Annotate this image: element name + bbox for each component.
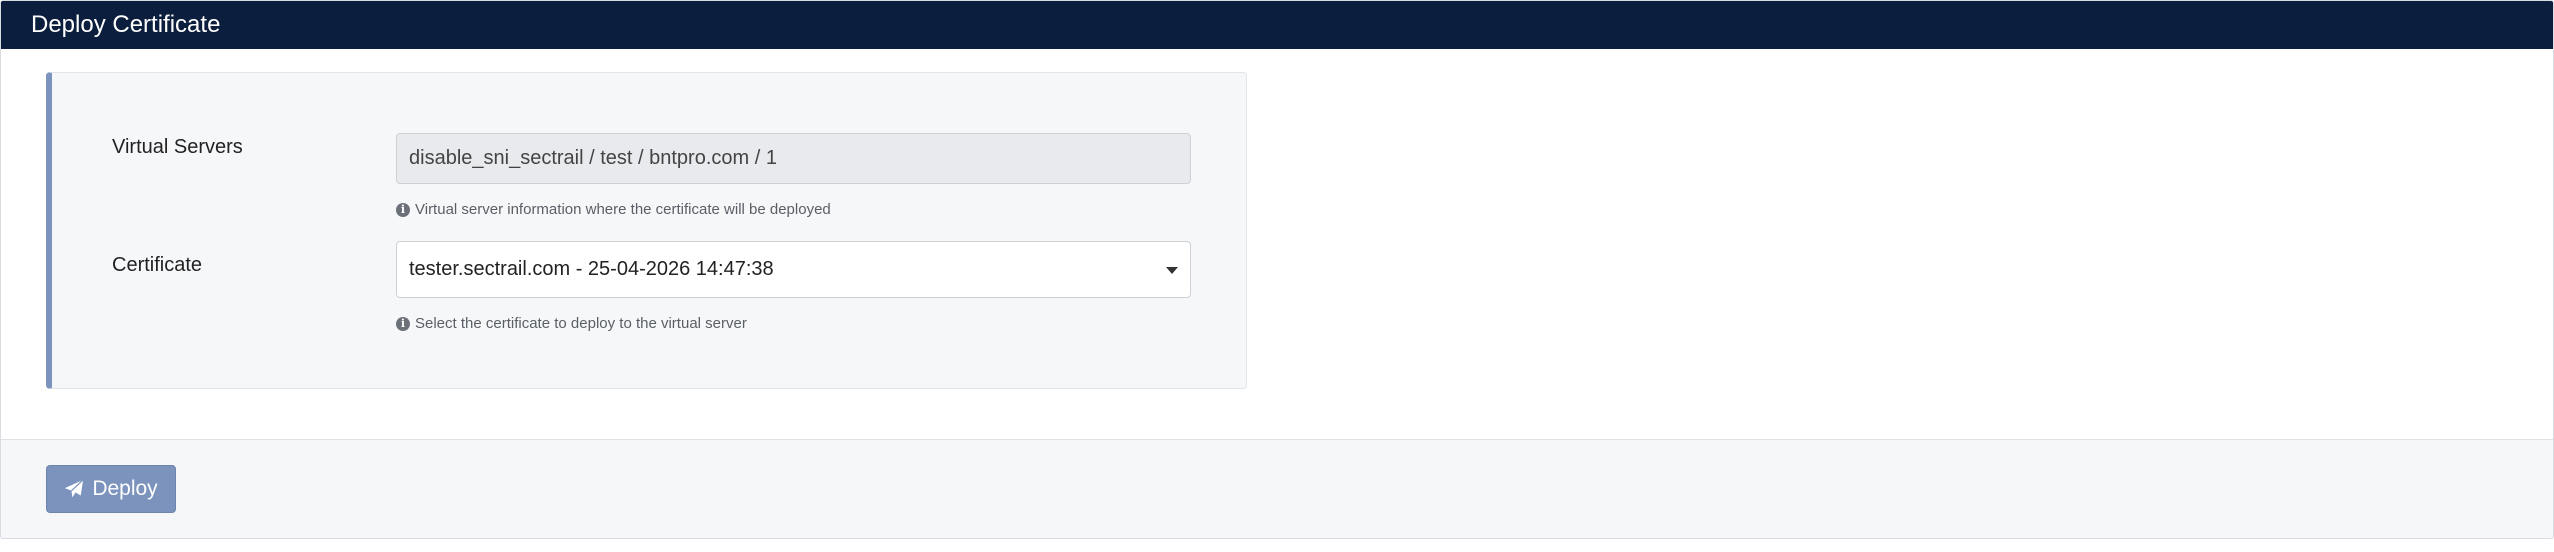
deploy-button[interactable]: Deploy xyxy=(46,465,176,513)
virtual-servers-field: disable_sni_sectrail / test / bntpro.com… xyxy=(396,133,1191,184)
certificate-help: i Select the certificate to deploy to th… xyxy=(396,315,747,332)
info-circle-icon: i xyxy=(396,316,410,331)
certificate-label: Certificate xyxy=(112,254,203,276)
deploy-certificate-panel: Deploy Certificate Virtual Servers disab… xyxy=(0,0,2554,539)
panel-title: Deploy Certificate xyxy=(1,1,2553,49)
paper-plane-icon xyxy=(64,479,84,499)
virtual-servers-help-text: Virtual server information where the cer… xyxy=(415,201,831,218)
caret-down-icon xyxy=(1166,267,1178,274)
certificate-select[interactable]: tester.sectrail.com - 25-04-2026 14:47:3… xyxy=(396,241,1191,298)
info-circle-icon: i xyxy=(396,202,410,217)
form-card: Virtual Servers disable_sni_sectrail / t… xyxy=(46,72,1247,389)
certificate-help-text: Select the certificate to deploy to the … xyxy=(415,315,747,332)
panel-body: Virtual Servers disable_sni_sectrail / t… xyxy=(1,49,2553,439)
deploy-button-label: Deploy xyxy=(92,477,158,500)
virtual-servers-label: Virtual Servers xyxy=(112,136,243,158)
virtual-servers-help: i Virtual server information where the c… xyxy=(396,201,831,218)
panel-footer: Deploy xyxy=(1,439,2553,538)
certificate-selected-value: tester.sectrail.com - 25-04-2026 14:47:3… xyxy=(409,258,774,280)
